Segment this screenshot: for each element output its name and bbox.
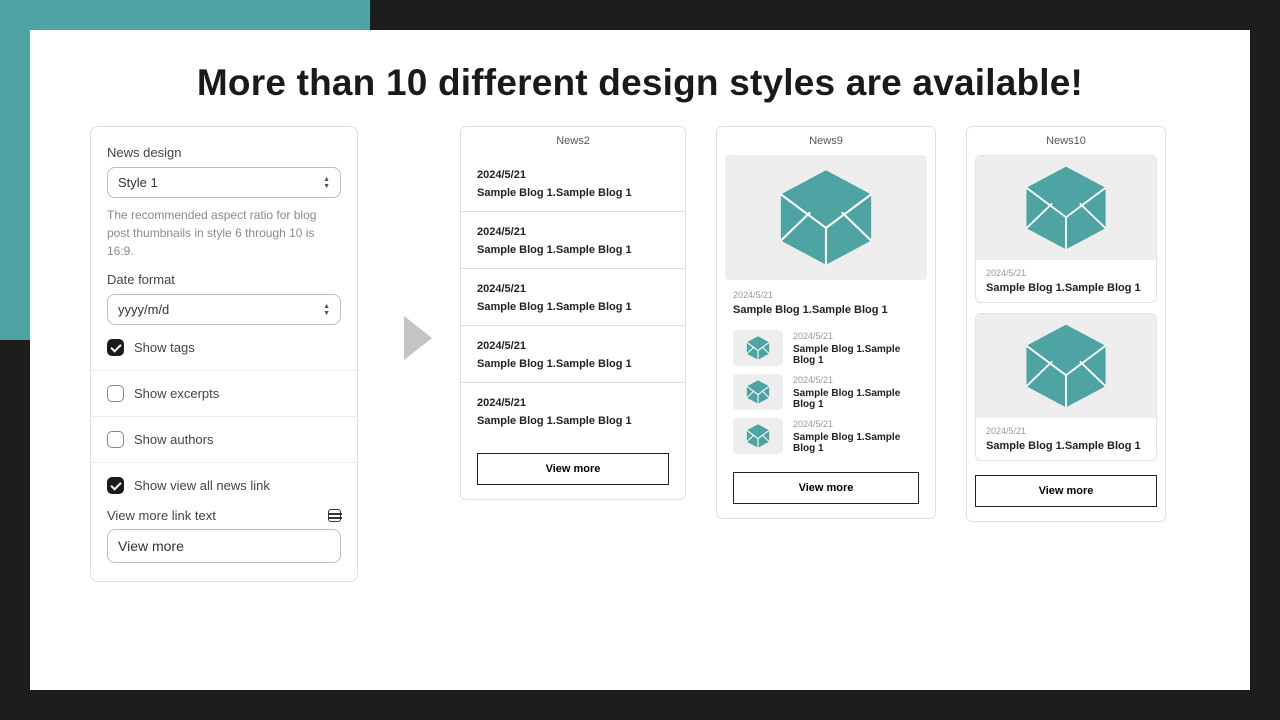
- list-item: 2024/5/21 Sample Blog 1.Sample Blog 1: [477, 283, 669, 326]
- item-title: Sample Blog 1.Sample Blog 1: [733, 304, 935, 316]
- item-title: Sample Blog 1.Sample Blog 1: [793, 344, 919, 366]
- page-title: More than 10 different design styles are…: [30, 62, 1250, 104]
- item-title: Sample Blog 1.Sample Blog 1: [477, 244, 669, 256]
- date-format-select[interactable]: yyyy/m/d ▲▼: [107, 294, 341, 325]
- main-panel: More than 10 different design styles are…: [30, 30, 1250, 690]
- show-authors-label: Show authors: [134, 432, 214, 447]
- item-date: 2024/5/21: [793, 375, 919, 385]
- divider: [91, 416, 357, 417]
- item-date: 2024/5/21: [793, 331, 919, 341]
- item-date: 2024/5/21: [477, 397, 669, 409]
- preview-title: News9: [717, 135, 935, 147]
- divider: [461, 268, 685, 269]
- show-excerpts-label: Show excerpts: [134, 386, 219, 401]
- date-format-value: yyyy/m/d: [118, 302, 169, 317]
- select-updown-icon: ▲▼: [323, 303, 330, 317]
- preview-title: News2: [461, 135, 685, 147]
- thumbnail: [733, 418, 783, 454]
- preview-news10: News10 2024/5/21 Sample Blog 1.Sample Bl…: [966, 126, 1166, 522]
- list-item: 2024/5/21 Sample Blog 1.Sample Blog 1: [975, 313, 1157, 461]
- item-title: Sample Blog 1.Sample Blog 1: [793, 388, 919, 410]
- item-title: Sample Blog 1.Sample Blog 1: [477, 415, 669, 427]
- view-more-button[interactable]: View more: [975, 475, 1157, 507]
- item-date: 2024/5/21: [986, 426, 1146, 436]
- divider: [91, 462, 357, 463]
- settings-panel: News design Style 1 ▲▼ The recommended a…: [90, 126, 358, 582]
- list-item: 2024/5/21 Sample Blog 1.Sample Blog 1: [477, 340, 669, 383]
- show-viewall-label: Show view all news link: [134, 478, 270, 493]
- preview-title: News10: [967, 135, 1165, 147]
- item-date: 2024/5/21: [477, 169, 669, 181]
- item-date: 2024/5/21: [733, 290, 935, 300]
- checkbox-icon: [107, 385, 124, 402]
- divider: [461, 382, 685, 383]
- checkbox-icon: [107, 477, 124, 494]
- news-design-value: Style 1: [118, 175, 158, 190]
- preview-news2: News2 2024/5/21 Sample Blog 1.Sample Blo…: [460, 126, 686, 500]
- checkbox-icon: [107, 339, 124, 356]
- show-tags-row[interactable]: Show tags: [107, 339, 341, 356]
- item-title: Sample Blog 1.Sample Blog 1: [986, 440, 1146, 452]
- thumbnail: [976, 156, 1156, 260]
- list-item: 2024/5/21 Sample Blog 1.Sample Blog 1: [717, 326, 935, 370]
- select-updown-icon: ▲▼: [323, 176, 330, 190]
- arrow-icon: [404, 316, 432, 360]
- news-design-label: News design: [107, 145, 341, 160]
- preview-news9: News9 2024/5/21 Sample Blog 1.Sample Blo…: [716, 126, 936, 519]
- database-icon[interactable]: [328, 509, 341, 522]
- item-date: 2024/5/21: [477, 283, 669, 295]
- item-title: Sample Blog 1.Sample Blog 1: [477, 301, 669, 313]
- show-tags-label: Show tags: [134, 340, 195, 355]
- checkbox-icon: [107, 431, 124, 448]
- show-excerpts-row[interactable]: Show excerpts: [107, 385, 341, 402]
- divider: [461, 211, 685, 212]
- item-title: Sample Blog 1.Sample Blog 1: [477, 358, 669, 370]
- item-date: 2024/5/21: [793, 419, 919, 429]
- list-item: 2024/5/21 Sample Blog 1.Sample Blog 1: [717, 414, 935, 458]
- thumbnail: [725, 155, 927, 280]
- list-item: 2024/5/21 Sample Blog 1.Sample Blog 1: [717, 370, 935, 414]
- item-date: 2024/5/21: [477, 226, 669, 238]
- view-more-input[interactable]: View more: [107, 529, 341, 563]
- date-format-label: Date format: [107, 272, 341, 287]
- item-title: Sample Blog 1.Sample Blog 1: [793, 432, 919, 454]
- show-authors-row[interactable]: Show authors: [107, 431, 341, 448]
- news-design-help: The recommended aspect ratio for blog po…: [107, 206, 341, 260]
- item-title: Sample Blog 1.Sample Blog 1: [986, 282, 1146, 294]
- divider: [91, 370, 357, 371]
- view-more-button[interactable]: View more: [733, 472, 919, 504]
- list-item: 2024/5/21 Sample Blog 1.Sample Blog 1: [975, 155, 1157, 303]
- news-design-select[interactable]: Style 1 ▲▼: [107, 167, 341, 198]
- view-more-button[interactable]: View more: [477, 453, 669, 485]
- divider: [461, 325, 685, 326]
- view-more-label: View more link text: [107, 508, 216, 523]
- item-title: Sample Blog 1.Sample Blog 1: [477, 187, 669, 199]
- item-date: 2024/5/21: [477, 340, 669, 352]
- thumbnail: [733, 374, 783, 410]
- thumbnail: [976, 314, 1156, 418]
- item-date: 2024/5/21: [986, 268, 1146, 278]
- placeholder-icon: [771, 165, 881, 270]
- list-item: 2024/5/21 Sample Blog 1.Sample Blog 1: [477, 397, 669, 427]
- thumbnail: [733, 330, 783, 366]
- show-viewall-row[interactable]: Show view all news link: [107, 477, 341, 494]
- list-item: 2024/5/21 Sample Blog 1.Sample Blog 1: [477, 169, 669, 212]
- list-item: 2024/5/21 Sample Blog 1.Sample Blog 1: [477, 226, 669, 269]
